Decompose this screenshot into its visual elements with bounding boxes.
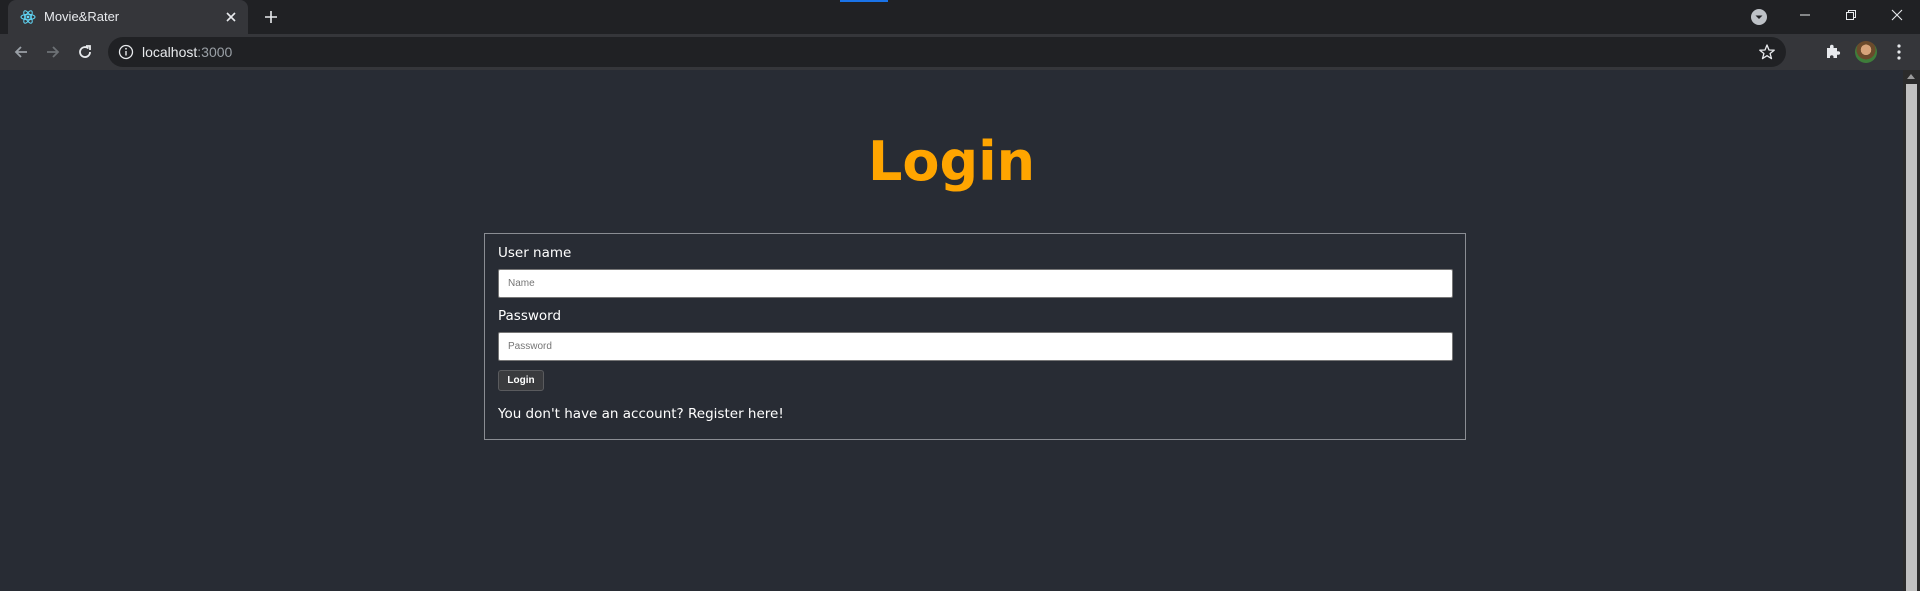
back-button[interactable]: [10, 41, 32, 63]
browser-title-bar: Movie&Rater: [0, 0, 1920, 34]
login-form: User name Password Login You don't have …: [484, 233, 1466, 440]
reload-icon: [79, 45, 91, 58]
back-icon: [14, 46, 27, 58]
login-button[interactable]: Login: [498, 370, 544, 391]
minimize-button[interactable]: [1782, 0, 1828, 30]
browser-tab[interactable]: Movie&Rater: [8, 0, 248, 34]
top-accent-bar: [840, 0, 888, 2]
page-content: Login User name Password Login You don't…: [0, 70, 1903, 591]
page-title: Login: [867, 130, 1036, 193]
scrollbar-thumb[interactable]: [1906, 84, 1917, 591]
register-prompt-text: You don't have an account?: [498, 406, 684, 422]
minimize-icon: [1800, 14, 1810, 16]
extensions-icon[interactable]: [1824, 42, 1842, 60]
forward-icon: [47, 46, 60, 58]
browser-toolbar: localhost:3000: [0, 34, 1920, 70]
forward-button[interactable]: [42, 41, 64, 63]
avatar[interactable]: [1855, 41, 1877, 63]
scroll-up-arrow[interactable]: [1907, 74, 1915, 79]
username-input[interactable]: [498, 269, 1453, 298]
tab-search-icon[interactable]: [1750, 8, 1768, 26]
restore-icon: [1846, 10, 1856, 20]
register-prompt: You don't have an account? Register here…: [498, 406, 784, 422]
password-label: Password: [498, 308, 562, 324]
password-input[interactable]: [498, 332, 1453, 361]
star-icon[interactable]: [1758, 43, 1776, 61]
tab-title: Movie&Rater: [44, 9, 120, 24]
reload-button[interactable]: [74, 41, 96, 63]
url-port: :3000: [197, 44, 233, 60]
restore-button[interactable]: [1828, 0, 1874, 30]
info-icon[interactable]: [118, 44, 134, 60]
plus-icon[interactable]: [261, 7, 281, 27]
kebab-menu-icon[interactable]: [1893, 42, 1905, 62]
url-text[interactable]: localhost:3000: [142, 44, 232, 60]
window-close-button[interactable]: [1874, 0, 1920, 30]
url-host: localhost: [142, 44, 198, 60]
close-icon: [1891, 9, 1903, 21]
react-logo-icon: [20, 10, 36, 24]
close-icon[interactable]: [222, 8, 240, 26]
register-link[interactable]: Register here!: [688, 406, 784, 422]
username-label: User name: [498, 245, 572, 261]
page-scrollbar[interactable]: [1903, 70, 1920, 591]
address-bar[interactable]: localhost:3000: [108, 37, 1786, 67]
